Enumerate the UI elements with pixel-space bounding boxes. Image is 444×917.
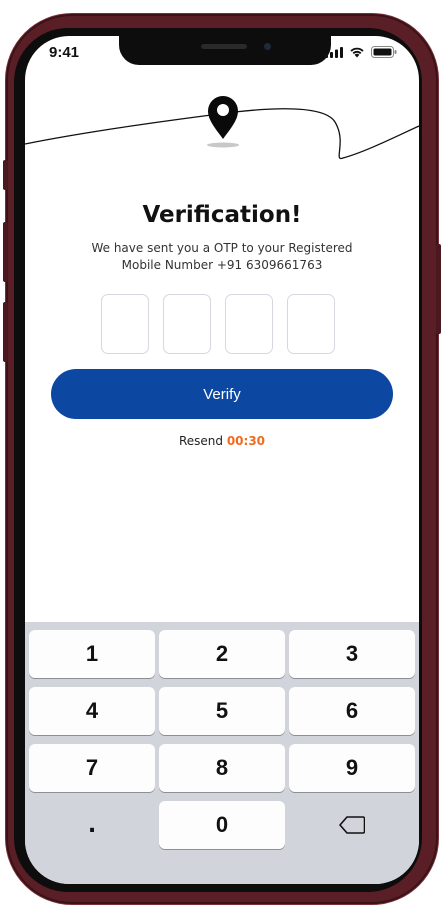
resend-link[interactable]: Resend: [179, 434, 223, 448]
key-0[interactable]: 0: [159, 801, 285, 849]
key-4[interactable]: 4: [29, 687, 155, 735]
backspace-icon: [339, 816, 365, 834]
resend-timer: 00:30: [226, 434, 266, 448]
side-button-volume-down: [3, 302, 8, 362]
resend-row: Resend 00:30: [25, 434, 419, 448]
pin-shadow: [207, 142, 239, 148]
battery-icon: [371, 46, 397, 58]
otp-digit-3[interactable]: [225, 294, 273, 354]
notch: [119, 36, 331, 65]
key-7[interactable]: 7: [29, 744, 155, 792]
otp-digit-4[interactable]: [287, 294, 335, 354]
page-title: Verification!: [142, 202, 302, 228]
side-button-volume-up: [3, 222, 8, 282]
key-5[interactable]: 5: [159, 687, 285, 735]
key-9[interactable]: 9: [289, 744, 415, 792]
backspace-key[interactable]: [289, 801, 415, 849]
otp-instructions: We have sent you a OTP to your Registere…: [65, 240, 379, 274]
side-button-mute: [3, 160, 8, 190]
otp-instructions-line-1: We have sent you a OTP to your Registere…: [91, 241, 353, 255]
otp-instructions-line-2: Mobile Number +91 6309661763: [121, 258, 323, 272]
front-camera: [264, 43, 271, 50]
otp-input-row: [101, 294, 335, 354]
screen: 9:41 Verification! We have sent you a OT…: [25, 36, 419, 884]
key-1[interactable]: 1: [29, 630, 155, 678]
speaker: [201, 44, 247, 49]
verify-button[interactable]: Verify: [51, 369, 393, 419]
map-pin-icon: [208, 96, 238, 139]
signal-icon: [325, 46, 343, 58]
key-8[interactable]: 8: [159, 744, 285, 792]
key-2[interactable]: 2: [159, 630, 285, 678]
numeric-keypad: 1 2 3 4 5 6 7 8 9 . 0: [25, 622, 419, 884]
otp-digit-1[interactable]: [101, 294, 149, 354]
key-3[interactable]: 3: [289, 630, 415, 678]
key-dot[interactable]: .: [29, 801, 155, 849]
key-6[interactable]: 6: [289, 687, 415, 735]
wifi-icon: [350, 47, 364, 58]
side-button-power: [436, 244, 441, 334]
otp-digit-2[interactable]: [163, 294, 211, 354]
route-illustration: [25, 96, 419, 160]
status-time: 9:41: [49, 44, 80, 61]
status-icons: [325, 46, 397, 58]
